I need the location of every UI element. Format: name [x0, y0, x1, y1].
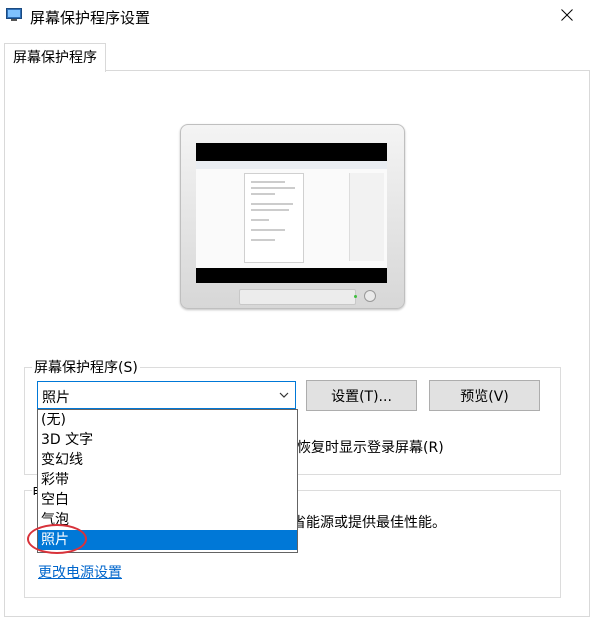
dropdown-option-blank[interactable]: 空白: [38, 490, 297, 510]
power-button-icon: [364, 290, 376, 302]
dropdown-option-3d-text[interactable]: 3D 文字: [38, 430, 297, 450]
screensaver-group-label: 屏幕保护程序(S): [32, 357, 140, 377]
tab-screensaver[interactable]: 屏幕保护程序: [4, 43, 106, 72]
screensaver-select[interactable]: 照片: [37, 381, 296, 409]
screensaver-select-value: 照片: [42, 390, 70, 406]
dropdown-option-photos[interactable]: 照片: [38, 530, 297, 550]
power-led-icon: [354, 295, 357, 298]
preview-button[interactable]: 预览(V): [429, 380, 540, 411]
preview-page: [244, 173, 304, 263]
chevron-down-icon: [279, 392, 289, 398]
close-icon: [561, 9, 573, 21]
dropdown-option-ribbons[interactable]: 彩带: [38, 470, 297, 490]
dropdown-option-mystify[interactable]: 变幻线: [38, 450, 297, 470]
screensaver-app-icon: [6, 8, 22, 21]
window-title: 屏幕保护程序设置: [30, 9, 151, 27]
monitor-preview: [180, 124, 405, 309]
resume-login-text: 恢复时显示登录屏幕(R): [297, 440, 444, 456]
close-button[interactable]: [544, 0, 590, 30]
screensaver-dropdown-list: (无) 3D 文字 变幻线 彩带 空白 气泡 照片: [37, 409, 298, 553]
preview-side-pane: [349, 173, 384, 261]
preview-screen: [196, 143, 387, 283]
dropdown-option-bubbles[interactable]: 气泡: [38, 510, 297, 530]
change-power-settings-link[interactable]: 更改电源设置: [38, 562, 122, 582]
power-description: 省能源或提供最佳性能。: [292, 515, 446, 531]
preview-ribbon: [196, 161, 387, 169]
dropdown-option-none[interactable]: (无): [38, 410, 297, 430]
settings-button[interactable]: 设置(T)...: [306, 380, 417, 411]
title-bar: 屏幕保护程序设置: [0, 0, 590, 32]
preview-document-image: [196, 161, 387, 268]
monitor-base: [239, 289, 356, 305]
